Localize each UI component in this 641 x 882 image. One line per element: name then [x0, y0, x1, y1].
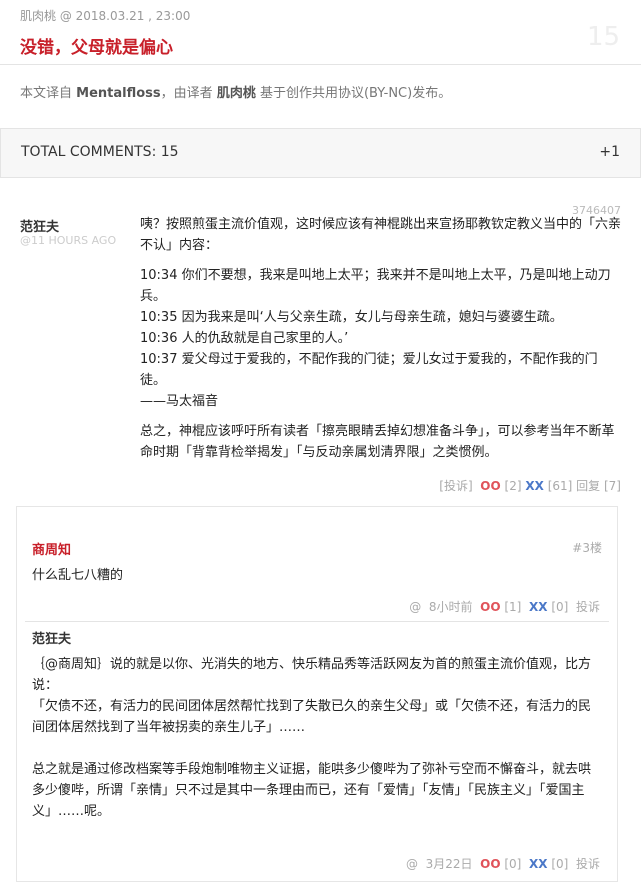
xx-count: [61]: [547, 479, 573, 493]
post-title[interactable]: 没错，父母就是偏心: [20, 33, 173, 58]
sub-comment-author[interactable]: 范狂夫: [32, 628, 71, 647]
sub-comment-paragraph: 「欠债不还，有活力的民间团体居然帮忙找到了失散已久的亲生父母」或「欠债不还，有活…: [32, 699, 592, 735]
sub-comment-blank-meta: [360, 600, 406, 614]
oo-count: [2]: [504, 479, 522, 493]
oo-vote-button[interactable]: OO: [480, 600, 500, 614]
comment-time: @11 HOURS AGO: [20, 234, 117, 247]
credit-prefix: 本文译自: [20, 86, 73, 101]
report-link[interactable]: [投诉]: [439, 479, 472, 493]
comment-paragraph: ——马太福音: [140, 394, 219, 409]
credit-suffix: 基于创作共用协议(BY-NC)发布。: [259, 86, 452, 101]
xx-vote-button[interactable]: XX: [529, 857, 548, 871]
oo-count: [1]: [504, 600, 522, 614]
post-byline: 肌肉桃 @ 2018.03.21 , 23:00: [20, 9, 191, 23]
comment-paragraph: 10:36 人的仇敌就是自己家里的人。’: [140, 331, 349, 346]
comment-paragraph: 10:35 因为我来是叫‘人与父亲生疏，女儿与母亲生疏，媳妇与婆婆生疏。: [140, 310, 563, 325]
sub-comment-at: @: [409, 600, 422, 614]
oo-count: [0]: [504, 857, 522, 871]
total-comments-label: TOTAL COMMENTS: 15: [21, 144, 179, 160]
sub-comment-time: 8小时前: [428, 600, 473, 614]
comment-body: 咦？按照煎蛋主流价值观，这时候应该有神棍跳出来宣扬耶教钦定教义当中的「六亲不认」…: [140, 214, 622, 463]
comment-paragraph: 10:34 你们不要想，我来是叫地上太平；我来并不是叫地上太平，乃是叫地上动刀兵…: [140, 268, 611, 304]
comment-paragraph: 10:37 爱父母过于爱我的，不配作我的门徒；爱儿女过于爱我的，不配作我的门徒。: [140, 352, 598, 388]
comment-author: 范狂夫: [20, 220, 60, 235]
sub-comment-text: 什么乱七八糟的: [32, 568, 124, 583]
comment-paragraph: 总之，神棍应该呼吁所有读者「擦亮眼睛丢掉幻想准备斗争」，可以参考当年不断革命时期…: [140, 424, 615, 460]
sub-comment-time: 3月22日: [425, 857, 473, 871]
plus-one-button[interactable]: +1: [599, 144, 620, 160]
header-divider: [0, 64, 641, 65]
xx-vote-button[interactable]: XX: [529, 600, 548, 614]
floor-number: #3楼: [572, 541, 602, 555]
sub-comment-divider: [25, 621, 609, 622]
xx-count: [0]: [551, 857, 569, 871]
credit-middle: ，由译者: [160, 86, 213, 101]
sub-comment-blank-meta: [356, 857, 402, 871]
sub-comment-at: @: [405, 857, 418, 871]
sub-comment-actions: @ 3月22日 OO [0] XX [0] 投诉: [356, 855, 600, 872]
comments-header: TOTAL COMMENTS: 15 +1: [0, 128, 641, 178]
report-link[interactable]: 投诉: [576, 857, 600, 871]
comment-paragraph: 咦？按照煎蛋主流价值观，这时候应该有神棍跳出来宣扬耶教钦定教义当中的「六亲不认」…: [140, 217, 622, 253]
comment-actions: [投诉] OO [2] XX [61] 回复 [7]: [439, 477, 621, 494]
sub-comments-panel: 商周知 #3楼 什么乱七八糟的 @ 8小时前 OO [1] XX [0] 投诉 …: [16, 506, 618, 882]
report-link[interactable]: 投诉: [576, 600, 600, 614]
sub-comment-paragraph: 总之就是通过修改档案等手段炮制唯物主义证据，能哄多少傻哔为了弥补亏空而不懈奋斗，…: [32, 762, 592, 819]
sub-comment-paragraph: ｛@商周知｝说的就是以你、光消失的地方、快乐精品秀等活跃网友为首的煎蛋主流价值观…: [32, 657, 592, 693]
oo-vote-button[interactable]: OO: [480, 857, 500, 871]
credit-translator-link[interactable]: 肌肉桃: [217, 86, 256, 101]
sub-comment-author[interactable]: 商周知: [32, 539, 71, 558]
sub-comment-actions: @ 8小时前 OO [1] XX [0] 投诉: [360, 598, 600, 615]
xx-count: [0]: [551, 600, 569, 614]
reply-link[interactable]: 回复 [7]: [576, 479, 621, 493]
oo-vote-button[interactable]: OO: [480, 479, 500, 493]
credit-source-link[interactable]: Mentalfloss: [76, 86, 161, 101]
comment-count-big: 15: [587, 22, 621, 52]
translation-credit: 本文译自 Mentalfloss，由译者 肌肉桃 基于创作共用协议(BY-NC)…: [20, 82, 451, 101]
xx-vote-button[interactable]: XX: [525, 479, 544, 493]
sub-comment-body: ｛@商周知｝说的就是以你、光消失的地方、快乐精品秀等活跃网友为首的煎蛋主流价值观…: [32, 654, 595, 822]
